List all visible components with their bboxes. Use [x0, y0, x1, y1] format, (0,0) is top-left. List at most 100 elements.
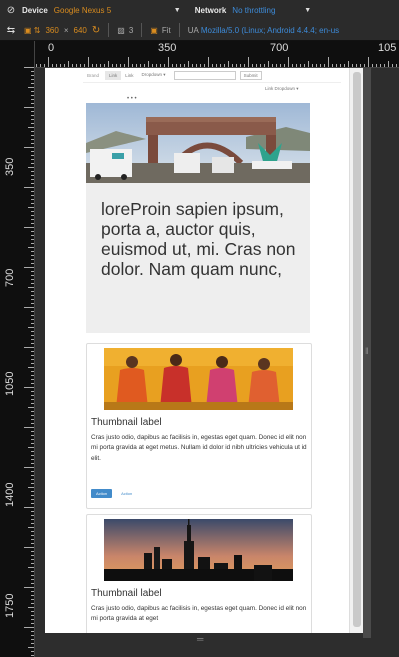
ruler-tick	[31, 259, 34, 260]
ruler-tick	[31, 383, 34, 384]
ruler-tick	[31, 631, 34, 632]
ruler-tick	[28, 447, 34, 448]
ruler-left-label: 1400	[4, 482, 16, 507]
ruler-tick	[31, 563, 34, 564]
ruler-tick	[31, 291, 34, 292]
nav-dropdown[interactable]: Dropdown ▾	[138, 70, 170, 80]
nav-link[interactable]: Link	[121, 71, 137, 80]
ruler-tick	[268, 61, 269, 67]
ruler-tick	[132, 64, 133, 67]
default-action-button[interactable]: Action	[116, 489, 137, 498]
ruler-tick	[31, 599, 34, 600]
ruler-tick	[31, 83, 34, 84]
ruler-tick	[96, 64, 97, 67]
dpr-icon: ▨	[117, 25, 125, 35]
ruler-tick	[31, 439, 34, 440]
ruler-tick	[31, 103, 34, 104]
ruler-tick	[31, 271, 34, 272]
ruler-tick	[31, 611, 34, 612]
resize-handle-right-icon[interactable]: ‖	[365, 346, 369, 356]
ruler-left-label: 1750	[4, 593, 16, 618]
resize-handle-bottom-icon[interactable]: ═	[197, 634, 203, 644]
ruler-tick	[31, 399, 34, 400]
ruler-tick	[376, 64, 377, 67]
ruler-tick	[31, 211, 34, 212]
ruler-tick	[31, 371, 34, 372]
ruler-tick	[31, 199, 34, 200]
ruler-tick	[31, 135, 34, 136]
ruler-left-label: 350	[4, 157, 16, 176]
ruler-tick	[24, 387, 34, 388]
height-input[interactable]: 640	[74, 26, 87, 35]
dpr-input[interactable]: 3	[129, 26, 133, 35]
ruler-tick	[31, 311, 34, 312]
device-select[interactable]: Google Nexus 5	[54, 6, 174, 15]
ruler-tick	[31, 155, 34, 156]
network-caret-icon[interactable]: ▼	[304, 7, 311, 14]
ruler-tick	[60, 64, 61, 67]
skyline-photo	[104, 519, 293, 581]
nav-search-input[interactable]	[173, 70, 236, 80]
carousel-image[interactable]	[86, 103, 310, 183]
fit-label: Fit	[161, 25, 171, 35]
nav-link[interactable]: Link	[105, 70, 122, 80]
ruler-tick	[24, 227, 34, 228]
page-scrollbar[interactable]	[349, 68, 363, 633]
ruler-tick	[31, 159, 34, 160]
network-select[interactable]: No throttling	[232, 6, 304, 15]
toolbar-divider	[141, 23, 143, 37]
ruler-tick	[252, 64, 253, 67]
ruler-tick	[24, 107, 34, 108]
ruler-tick	[31, 643, 34, 644]
ruler-tick	[152, 64, 153, 67]
no-entry-icon[interactable]: ⊘	[0, 5, 22, 16]
ruler-tick	[164, 64, 165, 67]
toolbar-divider	[108, 23, 110, 37]
nav-right-links[interactable]: Link Dropdown ▾	[265, 86, 299, 92]
ruler-tick	[31, 223, 34, 224]
primary-action-button[interactable]: Action	[91, 489, 113, 498]
ruler-tick	[28, 367, 34, 368]
ruler-tick	[332, 64, 333, 67]
ruler-tick	[92, 64, 93, 67]
ruler-tick	[28, 127, 34, 128]
ruler-tick	[31, 283, 34, 284]
ruler-tick	[28, 247, 34, 248]
swap-dimensions-icon[interactable]: ⇆	[0, 25, 22, 36]
ruler-tick	[31, 423, 34, 424]
ua-input[interactable]: Mozilla/5.0 (Linux; Android 4.4.4; en-us	[201, 26, 339, 35]
ruler-tick	[31, 335, 34, 336]
scrollbar-thumb[interactable]	[353, 72, 361, 627]
carousel-indicators[interactable]: • • •	[127, 96, 137, 102]
ruler-tick	[31, 503, 34, 504]
rotate-icon[interactable]: ↻	[92, 25, 100, 36]
ruler-tick	[28, 607, 34, 608]
fit-checkbox-icon[interactable]: ▣	[150, 26, 158, 35]
ruler-tick	[31, 651, 34, 652]
ruler-tick	[224, 64, 225, 67]
ruler-tick	[388, 61, 389, 67]
ruler-tick	[31, 511, 34, 512]
ruler-tick	[31, 499, 34, 500]
nav-submit-button[interactable]: Submit	[239, 70, 262, 80]
ruler-tick	[31, 431, 34, 432]
ruler-tick	[160, 64, 161, 67]
ruler-tick	[31, 219, 34, 220]
width-input[interactable]: 360	[45, 26, 58, 35]
ruler-tick	[31, 483, 34, 484]
ruler-tick	[28, 287, 34, 288]
ruler-tick	[216, 64, 217, 67]
thumbnail-image	[104, 348, 293, 410]
device-caret-icon[interactable]: ▼	[174, 7, 181, 14]
navbar-brand[interactable]: Brand	[87, 73, 99, 78]
ruler-tick	[24, 587, 34, 588]
ruler-tick	[208, 57, 209, 67]
ruler-tick	[312, 64, 313, 67]
emulation-area: ‖ ═ Brand Link Link Dropdown ▾ Submit Li…	[35, 68, 399, 657]
ruler-tick	[31, 463, 34, 464]
ruler-tick	[344, 64, 345, 67]
jumbotron: loreProin sapien ipsum, porta a, auctor …	[86, 183, 310, 333]
ruler-tick	[304, 64, 305, 67]
ruler-tick	[31, 459, 34, 460]
ruler-left-label: 700	[4, 268, 16, 287]
